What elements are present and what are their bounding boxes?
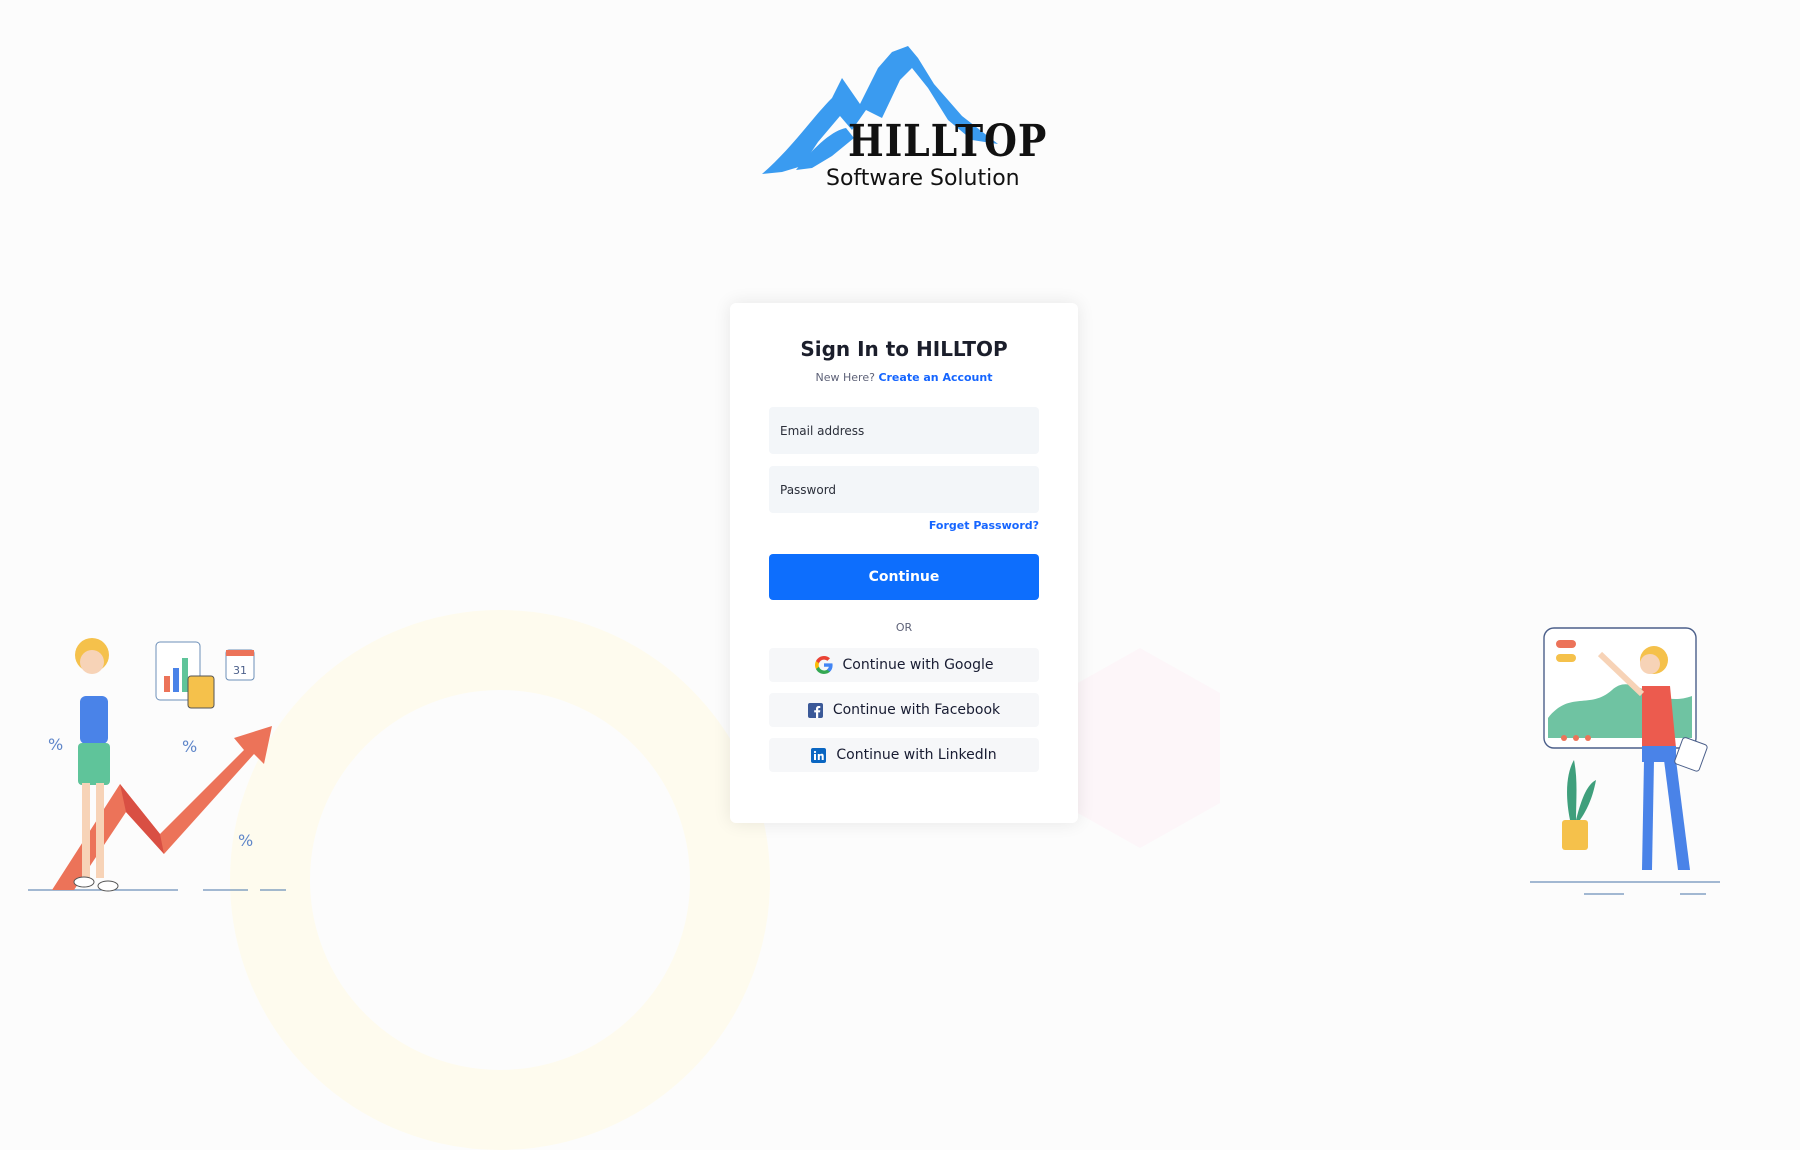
google-button-label: Continue with Google xyxy=(842,657,994,673)
password-field[interactable] xyxy=(769,466,1039,513)
linkedin-button-label: Continue with LinkedIn xyxy=(836,747,997,763)
forgot-password-link[interactable]: Forget Password? xyxy=(929,519,1039,532)
continue-button[interactable]: Continue xyxy=(769,554,1039,600)
facebook-icon xyxy=(807,702,823,718)
person-with-growth-chart-illustration: 31 % % % xyxy=(28,638,286,892)
continue-with-linkedin-button[interactable]: Continue with LinkedIn xyxy=(769,738,1039,772)
background-hexagon xyxy=(1060,648,1220,848)
create-account-link[interactable]: Create an Account xyxy=(878,371,992,384)
svg-text:%: % xyxy=(238,831,253,850)
linkedin-icon xyxy=(811,747,827,763)
new-here-text: New Here? xyxy=(815,371,875,384)
logo-tagline: Software Solution xyxy=(826,166,1020,191)
svg-text:%: % xyxy=(182,737,197,756)
signin-title: Sign In to HILLTOP xyxy=(800,337,1008,361)
facebook-button-label: Continue with Facebook xyxy=(832,702,1001,718)
email-field[interactable] xyxy=(769,407,1039,454)
or-divider: OR xyxy=(895,621,913,634)
continue-with-google-button[interactable]: Continue with Google xyxy=(769,648,1039,682)
calendar-day-label: 31 xyxy=(233,664,247,677)
svg-text:%: % xyxy=(48,735,63,754)
person-at-dashboard-board-illustration xyxy=(1530,627,1720,895)
background-ring xyxy=(230,610,770,1150)
signin-card: Sign In to HILLTOP New Here? Create an A… xyxy=(730,303,1078,823)
continue-with-facebook-button[interactable]: Continue with Facebook xyxy=(769,693,1039,727)
google-icon xyxy=(814,656,833,674)
logo: HILLTOP Software Solution xyxy=(762,38,1046,198)
logo-title: HILLTOP xyxy=(848,116,1048,167)
new-here-line: New Here? Create an Account xyxy=(730,371,1078,384)
